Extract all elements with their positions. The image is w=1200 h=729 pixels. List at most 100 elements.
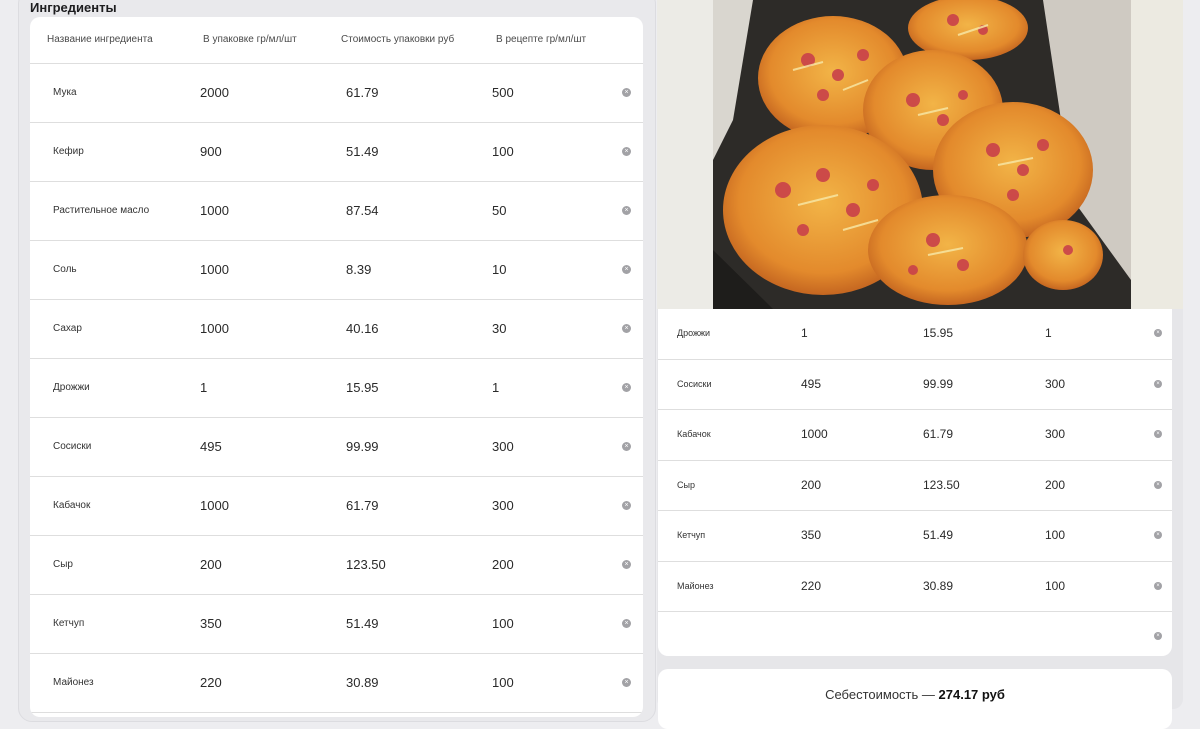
table-row: Дрожжи 1 15.95 1 × <box>658 309 1172 360</box>
delete-row-icon[interactable]: × <box>622 383 631 392</box>
total-label: Себестоимость — <box>825 687 935 702</box>
ingredient-name: Кетчуп <box>677 530 706 540</box>
package-amount-input[interactable]: 495 <box>801 360 821 409</box>
recipe-amount-input[interactable]: 10 <box>492 241 506 299</box>
package-amount-input[interactable]: 220 <box>200 654 222 712</box>
delete-row-icon[interactable]: × <box>1154 430 1162 438</box>
package-amount-input[interactable]: 200 <box>200 536 222 594</box>
package-cost-input[interactable]: 15.95 <box>346 359 379 417</box>
pizza-buns-image <box>713 0 1131 309</box>
delete-row-icon[interactable]: × <box>622 560 631 569</box>
recipe-amount-input[interactable]: 1 <box>492 359 499 417</box>
ingredient-name: Кабачок <box>53 500 91 511</box>
recipe-amount-input[interactable]: 100 <box>1045 562 1065 611</box>
package-cost-input[interactable]: 123.50 <box>346 536 386 594</box>
ingredients-table: Название ингредиента В упаковке гр/мл/шт… <box>30 17 643 717</box>
ingredient-name: Кабачок <box>677 429 711 439</box>
delete-row-icon[interactable]: × <box>1154 480 1162 489</box>
delete-row-icon[interactable]: × <box>622 265 631 274</box>
package-cost-input[interactable]: 99.99 <box>346 418 379 476</box>
package-cost-input[interactable]: 51.49 <box>923 511 953 560</box>
package-amount-input[interactable]: 900 <box>200 123 222 181</box>
package-amount-input[interactable]: 1000 <box>200 300 229 358</box>
package-amount-input[interactable]: 350 <box>801 511 821 560</box>
delete-row-icon[interactable]: × <box>1154 632 1162 640</box>
table-row: Сыр 200 123.50 200 × <box>30 536 643 595</box>
package-amount-input[interactable]: 1000 <box>200 477 229 535</box>
delete-row-icon[interactable]: × <box>622 206 631 215</box>
ingredient-name: Дрожжи <box>677 328 711 338</box>
ingredient-name: Сосиски <box>53 441 92 452</box>
table-row: Кабачок 1000 61.79 300 × <box>658 410 1172 461</box>
package-cost-input[interactable]: 123.50 <box>923 461 960 510</box>
package-amount-input[interactable]: 495 <box>200 418 222 476</box>
total-value: 274.17 руб <box>938 687 1005 702</box>
recipe-amount-input[interactable]: 50 <box>492 182 506 240</box>
delete-row-icon[interactable]: × <box>622 88 631 97</box>
delete-row-icon[interactable]: × <box>622 147 631 156</box>
total-card: Себестоимость — 274.17 руб <box>658 669 1172 729</box>
delete-row-icon[interactable]: × <box>1154 581 1162 590</box>
package-cost-input[interactable]: 61.79 <box>346 477 379 535</box>
package-cost-input[interactable]: 30.89 <box>923 562 953 611</box>
table-row: Растительное масло 1000 87.54 50 × <box>30 182 643 241</box>
recipe-amount-input[interactable]: 300 <box>1045 410 1065 459</box>
recipe-amount-input[interactable]: 300 <box>1045 360 1065 409</box>
delete-row-icon[interactable]: × <box>622 619 631 628</box>
ingredient-name: Мука <box>53 87 77 98</box>
table-row: Сахар 1000 40.16 30 × <box>30 300 643 359</box>
package-cost-input[interactable]: 8.39 <box>346 241 371 299</box>
delete-row-icon[interactable]: × <box>1154 329 1162 337</box>
ingredient-name: Сахар <box>53 323 82 334</box>
package-amount-input[interactable]: 200 <box>801 461 821 510</box>
recipe-amount-input[interactable]: 500 <box>492 64 514 122</box>
package-amount-input[interactable]: 1000 <box>801 410 828 459</box>
ingredient-name: Соль <box>53 264 77 275</box>
delete-row-icon[interactable]: × <box>622 324 631 333</box>
table-row: Майонез 220 30.89 100 × <box>30 654 643 713</box>
package-cost-input[interactable]: 51.49 <box>346 595 379 653</box>
cost-total: Себестоимость — 274.17 руб <box>658 687 1172 702</box>
table-row: Майонез 220 30.89 100 × <box>658 562 1172 612</box>
package-amount-input[interactable]: 1 <box>801 309 808 358</box>
package-cost-input[interactable]: 87.54 <box>346 182 379 240</box>
package-cost-input[interactable]: 99.99 <box>923 360 953 409</box>
recipe-amount-input[interactable]: 100 <box>492 654 514 712</box>
ingredient-name: Кетчуп <box>53 618 85 629</box>
delete-row-icon[interactable]: × <box>622 678 631 687</box>
table-row: Мука 2000 61.79 500 × <box>30 64 643 123</box>
delete-row-icon[interactable]: × <box>1154 531 1162 539</box>
delete-row-icon[interactable]: × <box>622 501 631 510</box>
package-cost-input[interactable]: 30.89 <box>346 654 379 712</box>
recipe-amount-input[interactable]: 100 <box>492 595 514 653</box>
package-amount-input[interactable]: 220 <box>801 562 821 611</box>
delete-row-icon[interactable]: × <box>622 442 631 451</box>
ingredient-name: Майонез <box>677 580 714 591</box>
header-cost: Стоимость упаковки руб <box>341 34 455 45</box>
recipe-amount-input[interactable]: 300 <box>492 418 514 476</box>
ingredient-name: Сосиски <box>677 378 712 389</box>
ingredient-name: Сыр <box>53 559 73 570</box>
recipe-amount-input[interactable]: 1 <box>1045 309 1052 358</box>
package-amount-input[interactable]: 350 <box>200 595 222 653</box>
package-cost-input[interactable]: 40.16 <box>346 300 379 358</box>
recipe-amount-input[interactable]: 100 <box>1045 511 1065 560</box>
package-amount-input[interactable]: 1000 <box>200 241 229 299</box>
package-cost-input[interactable]: 61.79 <box>923 410 953 459</box>
delete-row-icon[interactable]: × <box>1154 379 1162 388</box>
package-cost-input[interactable]: 15.95 <box>923 309 953 358</box>
photo-backdrop <box>1131 0 1183 309</box>
package-amount-input[interactable]: 2000 <box>200 64 229 122</box>
package-amount-input[interactable]: 1000 <box>200 182 229 240</box>
recipe-amount-input[interactable]: 100 <box>492 123 514 181</box>
package-cost-input[interactable]: 51.49 <box>346 123 379 181</box>
recipe-amount-input[interactable]: 200 <box>492 536 514 594</box>
recipe-amount-input[interactable]: 300 <box>492 477 514 535</box>
table-row: Сосиски 495 99.99 300 × <box>658 360 1172 410</box>
package-cost-input[interactable]: 61.79 <box>346 64 379 122</box>
table-row: Соль 1000 8.39 10 × <box>30 241 643 300</box>
recipe-amount-input[interactable]: 200 <box>1045 461 1065 510</box>
table-row: Сыр 200 123.50 200 × <box>658 461 1172 511</box>
package-amount-input[interactable]: 1 <box>200 359 207 417</box>
recipe-amount-input[interactable]: 30 <box>492 300 506 358</box>
